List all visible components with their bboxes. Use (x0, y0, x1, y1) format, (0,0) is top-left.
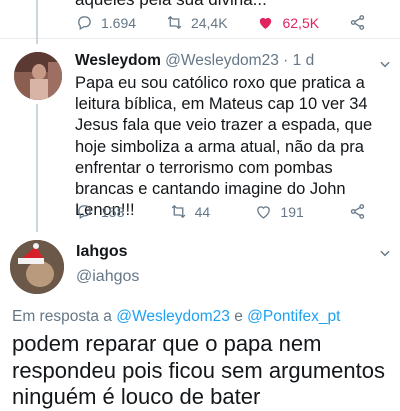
like-button[interactable]: 62,5K (257, 14, 319, 31)
share-icon (350, 15, 365, 30)
display-name[interactable]: Iahgos (76, 243, 128, 261)
retweet-count: 44 (194, 203, 211, 220)
chevron-down-icon[interactable] (378, 246, 392, 260)
avatar[interactable] (10, 240, 64, 294)
share-button[interactable] (349, 14, 366, 31)
handle[interactable]: @iahgos (76, 268, 139, 286)
avatar-photo (10, 240, 64, 294)
separator: · (283, 52, 289, 69)
reply-count: 1.694 (101, 14, 137, 31)
reply-prefix: Em resposta a (12, 308, 112, 325)
tweet-text: podem reparar que o papa nem respondeu p… (12, 331, 385, 409)
retweet-count: 24,4K (190, 14, 228, 31)
reply-icon (78, 16, 91, 31)
like-icon (260, 17, 272, 29)
like-button[interactable]: 191 (255, 203, 304, 220)
reply-button[interactable]: 158 (76, 203, 124, 220)
share-button[interactable] (349, 203, 366, 220)
thread-line (36, 104, 38, 232)
mention-link[interactable]: @Pontifex_pt (247, 308, 340, 325)
tweet-text: Papa eu sou católico roxo que pratica a … (75, 74, 373, 220)
reply-conjunction: e (234, 308, 243, 325)
retweet-button[interactable]: 44 (170, 203, 211, 220)
tweet-actions: 158 44 191 (76, 203, 366, 220)
mention-link[interactable]: @Wesleydom23 (116, 308, 230, 325)
like-count: 191 (280, 203, 304, 220)
chevron-down-icon[interactable] (378, 57, 392, 71)
reply-button[interactable]: 1.694 (76, 14, 136, 31)
retweet-icon (171, 204, 185, 219)
divider (0, 38, 400, 39)
avatar[interactable] (14, 52, 62, 100)
reply-icon (78, 205, 91, 220)
retweet-icon (167, 15, 182, 30)
handle[interactable]: @Wesleydom23 (165, 52, 279, 69)
share-icon (350, 204, 365, 219)
avatar-photo (14, 52, 62, 100)
reply-context: Em resposta a @Wesleydom23 e @Pontifex_p… (12, 308, 340, 326)
display-name[interactable]: Wesleydom (75, 52, 161, 69)
timestamp[interactable]: 1 d (293, 52, 315, 69)
previous-tweet-text: aqueles pela sua divina... (75, 0, 267, 10)
previous-tweet-actions: 1.694 24,4K 62,5K (76, 14, 366, 31)
reply-count: 158 (101, 203, 125, 220)
thread-line-top (36, 0, 38, 44)
retweet-button[interactable]: 24,4K (166, 14, 228, 31)
tweet-header: Wesleydom @Wesleydom23 · 1 d (75, 52, 314, 70)
like-count: 62,5K (282, 14, 320, 31)
like-icon (257, 206, 271, 219)
